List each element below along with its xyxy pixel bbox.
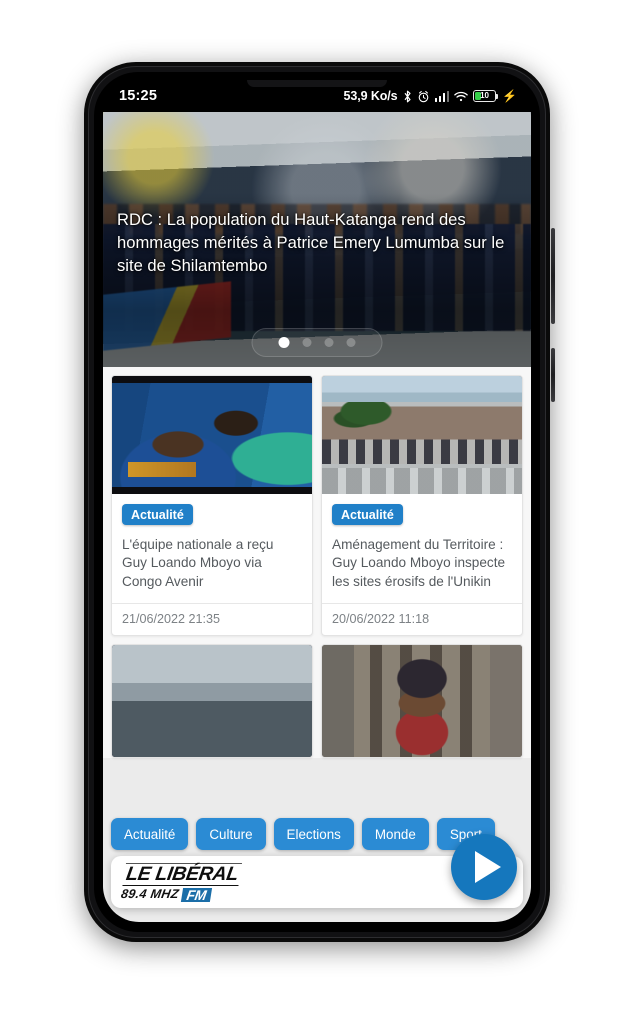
station-logo-name: LE LIBÉRAL (122, 862, 242, 886)
volume-button[interactable] (551, 228, 555, 324)
news-card-image (112, 645, 312, 758)
tv-interview-photo (112, 376, 312, 494)
station-fm-label: FM (180, 886, 213, 902)
battery-level-label: 10 (480, 91, 489, 100)
news-feed: Actualité L'équipe nationale a reçu Guy … (103, 367, 531, 759)
news-row-2 (111, 644, 523, 759)
cellular-signal-icon (434, 90, 450, 102)
earpiece-notch (247, 80, 387, 87)
category-chip-actualite[interactable]: Actualité (111, 818, 189, 850)
news-card[interactable]: Actualité L'équipe nationale a reçu Guy … (111, 375, 313, 637)
screenshot-root: 15:25 53,9 Ko/s 10 ⚡ RDC: La population… (0, 0, 635, 1024)
carousel-pagination[interactable] (251, 328, 383, 357)
bluetooth-icon (403, 90, 412, 103)
category-chip-elections[interactable]: Elections (273, 818, 354, 850)
power-button[interactable] (551, 348, 555, 402)
carousel-dot[interactable] (302, 338, 312, 347)
station-logo: LE LIBÉRAL 89.4 MHZ FM (120, 862, 242, 902)
charging-bolt-icon: ⚡ (502, 89, 517, 103)
hero-headline: RDC : La population du Haut-Katanga rend… (117, 210, 505, 276)
status-indicators: 53,9 Ko/s 10 ⚡ (344, 89, 517, 103)
app-content: RDC : La population du Haut-Katanga rend… (103, 112, 531, 922)
category-chip-culture[interactable]: Culture (196, 818, 266, 850)
play-icon (475, 851, 501, 883)
phone-screen: 15:25 53,9 Ko/s 10 ⚡ RDC: La population… (103, 80, 531, 922)
status-clock: 15:25 (119, 88, 158, 104)
news-card-date: 21/06/2022 21:35 (112, 603, 312, 635)
category-chip-monde[interactable]: Monde (361, 818, 429, 850)
battery-icon: 10 (473, 90, 499, 102)
news-card[interactable]: Actualité Aménagement du Territoire : Gu… (321, 375, 523, 637)
carousel-dot[interactable] (324, 338, 334, 347)
news-card-body: Actualité L'équipe nationale a reçu Guy … (112, 494, 312, 603)
news-card-image (112, 376, 312, 494)
news-row-1: Actualité L'équipe nationale a reçu Guy … (111, 375, 523, 637)
category-badge[interactable]: Actualité (122, 504, 193, 525)
carousel-dot[interactable] (346, 338, 356, 347)
news-card-date: 20/06/2022 11:18 (322, 603, 522, 635)
news-card-title: L'équipe nationale a reçu Guy Loando Mbo… (122, 537, 274, 589)
hero-carousel[interactable]: RDC : La population du Haut-Katanga rend… (103, 112, 531, 367)
alarm-icon (417, 90, 430, 103)
network-speed-label: 53,9 Ko/s (343, 89, 398, 103)
category-badge[interactable]: Actualité (332, 504, 403, 525)
campus-march-photo (322, 376, 522, 494)
news-card-body: Actualité Aménagement du Territoire : Gu… (322, 494, 522, 603)
station-frequency-label: 89.4 MHZ (120, 886, 181, 901)
news-card[interactable] (321, 644, 523, 759)
wifi-icon (454, 91, 468, 102)
news-card-image (322, 645, 522, 758)
news-card-image (322, 376, 522, 494)
news-card-title: Aménagement du Territoire : Guy Loando M… (332, 537, 506, 589)
carousel-dot[interactable] (278, 337, 290, 348)
news-card[interactable] (111, 644, 313, 759)
officials-handshake-photo (112, 645, 312, 758)
play-button[interactable] (451, 834, 517, 900)
station-logo-sub: 89.4 MHZ FM (120, 886, 238, 902)
soldier-portrait-photo (322, 645, 522, 758)
